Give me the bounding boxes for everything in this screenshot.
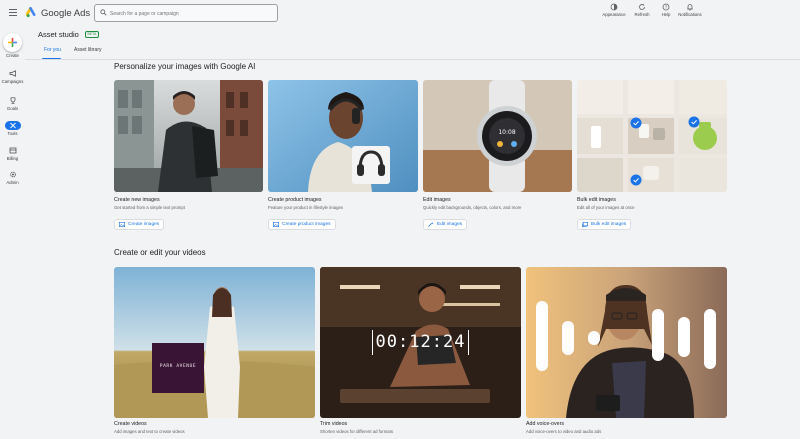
search-icon (100, 9, 107, 16)
tab-for-you[interactable]: For you (44, 47, 61, 53)
rail-item-goals[interactable]: Goals (0, 96, 25, 114)
card-description: Add images and text to create videos (114, 429, 185, 434)
trophy-icon (10, 97, 15, 104)
megaphone-icon (9, 70, 16, 77)
edit-images-button-label: Edit images (437, 222, 463, 227)
video-create[interactable]: PARK AVENUE (114, 267, 315, 418)
rail-item-tools[interactable]: Tools (0, 121, 25, 139)
card-description: Edit all of your images at once (577, 205, 635, 210)
beta-badge: BETA (85, 31, 99, 38)
search-input[interactable] (110, 8, 270, 19)
card-title: Bulk edit images (577, 197, 616, 203)
help-icon: ? (662, 3, 670, 11)
create-images-button-label: Create images (128, 222, 160, 227)
search-bar[interactable] (94, 4, 278, 22)
timecode-overlay: 00:12:24 (372, 330, 469, 355)
image-create-product[interactable] (268, 80, 418, 192)
create-label: Create (6, 53, 19, 58)
card-description: Shorten videos for different ad formats (320, 429, 394, 434)
appearance-button[interactable]: Appearance (599, 3, 629, 25)
edit-sparkle-icon (428, 222, 434, 227)
rail-item-admin[interactable]: Admin (0, 170, 25, 188)
rail-item-campaigns[interactable]: Campaigns (0, 69, 25, 87)
appearance-label: Appearance (602, 12, 626, 17)
rail-item-tools-label: Tools (7, 131, 18, 136)
card-description: Add voice-overs to video and audio ads (526, 429, 602, 434)
rail-item-goals-label: Goals (6, 106, 19, 111)
svg-text:10:08: 10:08 (498, 129, 515, 136)
create-images-button[interactable]: Create images (114, 219, 165, 230)
bulk-edit-images-button[interactable]: Bulk edit images (577, 219, 632, 230)
card-description: Quickly edit backgrounds, objects, color… (423, 205, 522, 210)
images-section-title: Personalize your images with Google AI (114, 62, 256, 71)
gear-icon (9, 171, 16, 178)
brand-name: Google Ads (41, 8, 91, 19)
hamburger-menu-icon[interactable] (9, 9, 17, 16)
rail-item-admin-label: Admin (6, 180, 19, 185)
card-title: Edit images (423, 197, 451, 203)
image-edit[interactable]: 10:08 (423, 80, 572, 192)
image-stack-icon (582, 222, 588, 227)
card-description: Feature your product in lifestyle images (268, 205, 343, 210)
svg-text:?: ? (665, 5, 668, 10)
image-icon (273, 222, 279, 227)
notifications-button[interactable]: Notifications (675, 3, 705, 25)
plus-icon (8, 38, 17, 47)
videos-section-title: Create or edit your videos (114, 248, 206, 257)
image-create-new[interactable] (114, 80, 263, 192)
top-bar: Google Ads Appearance Refresh ? Help Not… (0, 0, 800, 27)
navigation-rail: Create Campaigns Goals Tools Billing Adm… (0, 27, 25, 439)
notifications-label: Notifications (678, 12, 702, 17)
edit-images-button[interactable]: Edit images (423, 219, 468, 230)
card-description: Get started from a simple text prompt (114, 205, 185, 210)
refresh-icon (639, 3, 645, 10)
card-title: Trim videos (320, 421, 348, 427)
create-product-images-button[interactable]: Create product images (268, 219, 336, 230)
rail-item-billing-label: Billing (6, 156, 19, 161)
video-trim[interactable]: 00:12:24 (320, 267, 521, 418)
bell-icon (687, 4, 693, 11)
image-icon (119, 222, 125, 227)
tab-asset-library[interactable]: Asset library (74, 47, 102, 53)
rail-item-campaigns-label: Campaigns (1, 79, 24, 84)
create-button[interactable] (3, 33, 22, 52)
header-divider (25, 59, 800, 60)
card-title: Create product images (268, 197, 322, 203)
rail-item-billing[interactable]: Billing (0, 146, 25, 164)
image-bulk-edit[interactable] (577, 80, 727, 192)
card-title: Create videos (114, 421, 147, 427)
tools-icon (9, 122, 16, 129)
card-title: Create new images (114, 197, 160, 203)
bulk-edit-images-button-label: Bulk edit images (591, 222, 627, 227)
google-ads-logo (26, 7, 36, 18)
create-product-images-button-label: Create product images (282, 222, 331, 227)
billing-icon (9, 147, 16, 154)
card-title: Add voice-overs (526, 421, 564, 427)
appearance-icon (610, 3, 618, 11)
page-title: Asset studio (38, 30, 79, 39)
video-voice-over[interactable] (526, 267, 727, 418)
park-avenue-overlay: PARK AVENUE (159, 364, 197, 369)
